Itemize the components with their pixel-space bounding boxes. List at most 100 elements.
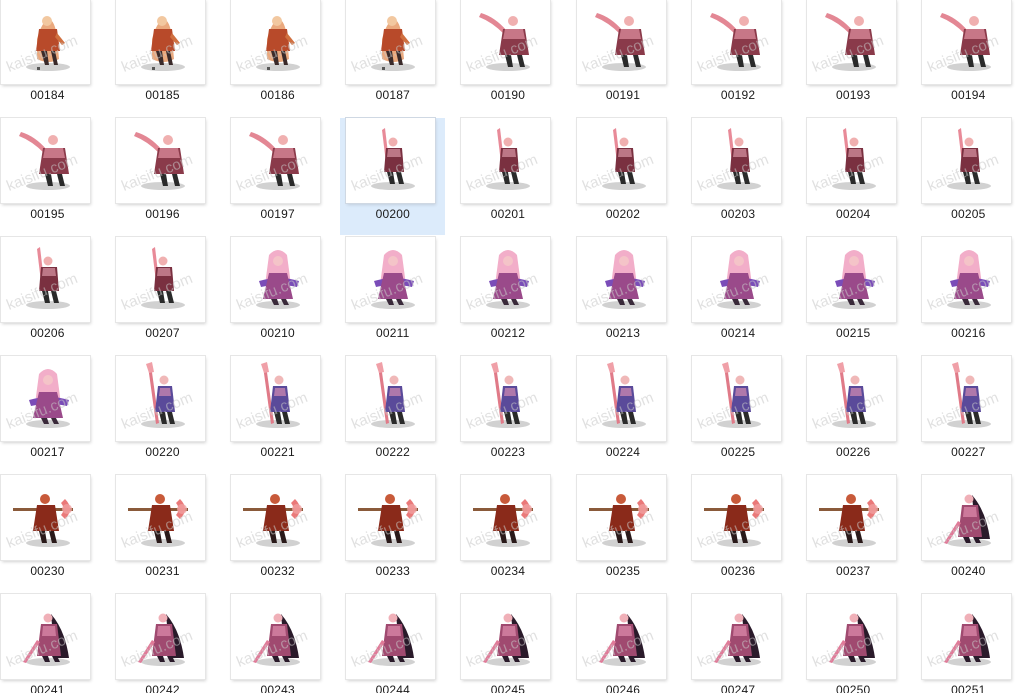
file-item[interactable]: kaisifu.com 00224 (571, 356, 676, 473)
file-thumbnail[interactable]: kaisifu.com (921, 118, 1011, 203)
file-item[interactable]: kaisifu.com 00241 (0, 594, 100, 693)
file-thumbnail[interactable]: kaisifu.com (346, 356, 436, 441)
file-item[interactable]: kaisifu.com 00187 (340, 0, 445, 116)
file-thumbnail[interactable]: kaisifu.com (1, 594, 90, 679)
file-item[interactable]: kaisifu.com 00206 (0, 237, 100, 354)
file-thumbnail[interactable]: kaisifu.com (346, 594, 436, 679)
file-item[interactable]: kaisifu.com 00194 (916, 0, 1016, 116)
file-thumbnail[interactable]: kaisifu.com (231, 118, 321, 203)
file-thumbnail[interactable]: kaisifu.com (576, 594, 666, 679)
file-item[interactable]: kaisifu.com 00235 (571, 475, 676, 592)
file-item[interactable]: kaisifu.com 00212 (455, 237, 560, 354)
file-thumbnail[interactable]: kaisifu.com (806, 356, 896, 441)
file-thumbnail[interactable]: kaisifu.com (1, 475, 90, 560)
file-thumbnail[interactable]: kaisifu.com (691, 475, 781, 560)
file-thumbnail[interactable]: kaisifu.com (116, 237, 206, 322)
file-item[interactable]: kaisifu.com 00201 (455, 118, 560, 235)
file-item[interactable]: kaisifu.com 00203 (686, 118, 791, 235)
file-thumbnail[interactable]: kaisifu.com (691, 356, 781, 441)
file-thumbnail[interactable]: kaisifu.com (346, 118, 436, 203)
file-item[interactable]: kaisifu.com 00204 (801, 118, 906, 235)
file-item[interactable]: kaisifu.com 00193 (801, 0, 906, 116)
file-thumbnail[interactable]: kaisifu.com (1, 118, 90, 203)
file-thumbnail[interactable]: kaisifu.com (806, 237, 896, 322)
file-thumbnail[interactable]: kaisifu.com (1, 356, 90, 441)
file-thumbnail[interactable]: kaisifu.com (806, 118, 896, 203)
file-item[interactable]: kaisifu.com 00202 (571, 118, 676, 235)
file-item[interactable]: kaisifu.com 00251 (916, 594, 1016, 693)
file-item[interactable]: kaisifu.com 00197 (225, 118, 330, 235)
file-item[interactable]: kaisifu.com 00226 (801, 356, 906, 473)
file-item[interactable]: kaisifu.com 00200 (340, 118, 446, 235)
file-thumbnail[interactable]: kaisifu.com (461, 594, 551, 679)
file-thumbnail[interactable]: kaisifu.com (1, 0, 90, 84)
file-item[interactable]: kaisifu.com 00222 (340, 356, 445, 473)
file-item[interactable]: kaisifu.com 00221 (225, 356, 330, 473)
file-thumbnail[interactable]: kaisifu.com (116, 118, 206, 203)
file-item[interactable]: kaisifu.com 00234 (455, 475, 560, 592)
file-item[interactable]: kaisifu.com 00232 (225, 475, 330, 592)
file-item[interactable]: kaisifu.com 00236 (686, 475, 791, 592)
file-item[interactable]: kaisifu.com 00246 (571, 594, 676, 693)
file-item[interactable]: kaisifu.com 00223 (455, 356, 560, 473)
file-item[interactable]: kaisifu.com 00185 (110, 0, 215, 116)
file-item[interactable]: kaisifu.com 00216 (916, 237, 1016, 354)
file-item[interactable]: kaisifu.com 00250 (801, 594, 906, 693)
file-item[interactable]: kaisifu.com 00217 (0, 356, 100, 473)
file-thumbnail[interactable]: kaisifu.com (116, 475, 206, 560)
file-thumbnail[interactable]: kaisifu.com (461, 118, 551, 203)
file-thumbnail[interactable]: kaisifu.com (231, 475, 321, 560)
file-thumbnail[interactable]: kaisifu.com (346, 475, 436, 560)
file-item[interactable]: kaisifu.com 00237 (801, 475, 906, 592)
file-item[interactable]: kaisifu.com 00205 (916, 118, 1016, 235)
file-thumbnail[interactable]: kaisifu.com (346, 0, 436, 84)
file-item[interactable]: kaisifu.com 00207 (110, 237, 215, 354)
file-thumbnail[interactable]: kaisifu.com (921, 594, 1011, 679)
file-thumbnail[interactable]: kaisifu.com (921, 475, 1011, 560)
file-thumbnail[interactable]: kaisifu.com (576, 237, 666, 322)
file-thumbnail[interactable]: kaisifu.com (346, 237, 436, 322)
file-thumbnail[interactable]: kaisifu.com (116, 0, 206, 84)
file-thumbnail[interactable]: kaisifu.com (116, 356, 206, 441)
file-item[interactable]: kaisifu.com 00233 (340, 475, 445, 592)
file-thumbnail[interactable]: kaisifu.com (921, 237, 1011, 322)
file-item[interactable]: kaisifu.com 00231 (110, 475, 215, 592)
file-thumbnail[interactable]: kaisifu.com (576, 0, 666, 84)
file-item[interactable]: kaisifu.com 00213 (571, 237, 676, 354)
file-thumbnail[interactable]: kaisifu.com (806, 594, 896, 679)
file-item[interactable]: kaisifu.com 00220 (110, 356, 215, 473)
file-thumbnail[interactable]: kaisifu.com (691, 594, 781, 679)
file-thumbnail[interactable]: kaisifu.com (691, 118, 781, 203)
file-thumbnail[interactable]: kaisifu.com (1, 237, 90, 322)
file-thumbnail[interactable]: kaisifu.com (576, 475, 666, 560)
file-thumbnail[interactable]: kaisifu.com (461, 237, 551, 322)
file-item[interactable]: kaisifu.com 00211 (340, 237, 445, 354)
file-item[interactable]: kaisifu.com 00247 (686, 594, 791, 693)
file-thumbnail[interactable]: kaisifu.com (691, 237, 781, 322)
file-item[interactable]: kaisifu.com 00186 (225, 0, 330, 116)
file-item[interactable]: kaisifu.com 00245 (455, 594, 560, 693)
file-item[interactable]: kaisifu.com 00195 (0, 118, 100, 235)
file-item[interactable]: kaisifu.com 00227 (916, 356, 1016, 473)
file-item[interactable]: kaisifu.com 00225 (686, 356, 791, 473)
file-thumbnail[interactable]: kaisifu.com (576, 118, 666, 203)
file-item[interactable]: kaisifu.com 00191 (571, 0, 676, 116)
file-thumbnail[interactable]: kaisifu.com (806, 0, 896, 84)
file-thumbnail[interactable]: kaisifu.com (576, 356, 666, 441)
file-item[interactable]: kaisifu.com 00196 (110, 118, 215, 235)
file-thumbnail[interactable]: kaisifu.com (461, 0, 551, 84)
file-thumbnail[interactable]: kaisifu.com (231, 237, 321, 322)
file-item[interactable]: kaisifu.com 00242 (110, 594, 215, 693)
file-item[interactable]: kaisifu.com 00240 (916, 475, 1016, 592)
file-item[interactable]: kaisifu.com 00184 (0, 0, 100, 116)
file-item[interactable]: kaisifu.com 00190 (455, 0, 560, 116)
file-thumbnail[interactable]: kaisifu.com (231, 594, 321, 679)
file-thumbnail[interactable]: kaisifu.com (921, 356, 1011, 441)
file-item[interactable]: kaisifu.com 00215 (801, 237, 906, 354)
file-item[interactable]: kaisifu.com 00214 (686, 237, 791, 354)
file-thumbnail[interactable]: kaisifu.com (231, 0, 321, 84)
file-item[interactable]: kaisifu.com 00230 (0, 475, 100, 592)
file-thumbnail[interactable]: kaisifu.com (461, 356, 551, 441)
file-item[interactable]: kaisifu.com 00243 (225, 594, 330, 693)
file-thumbnail[interactable]: kaisifu.com (461, 475, 551, 560)
